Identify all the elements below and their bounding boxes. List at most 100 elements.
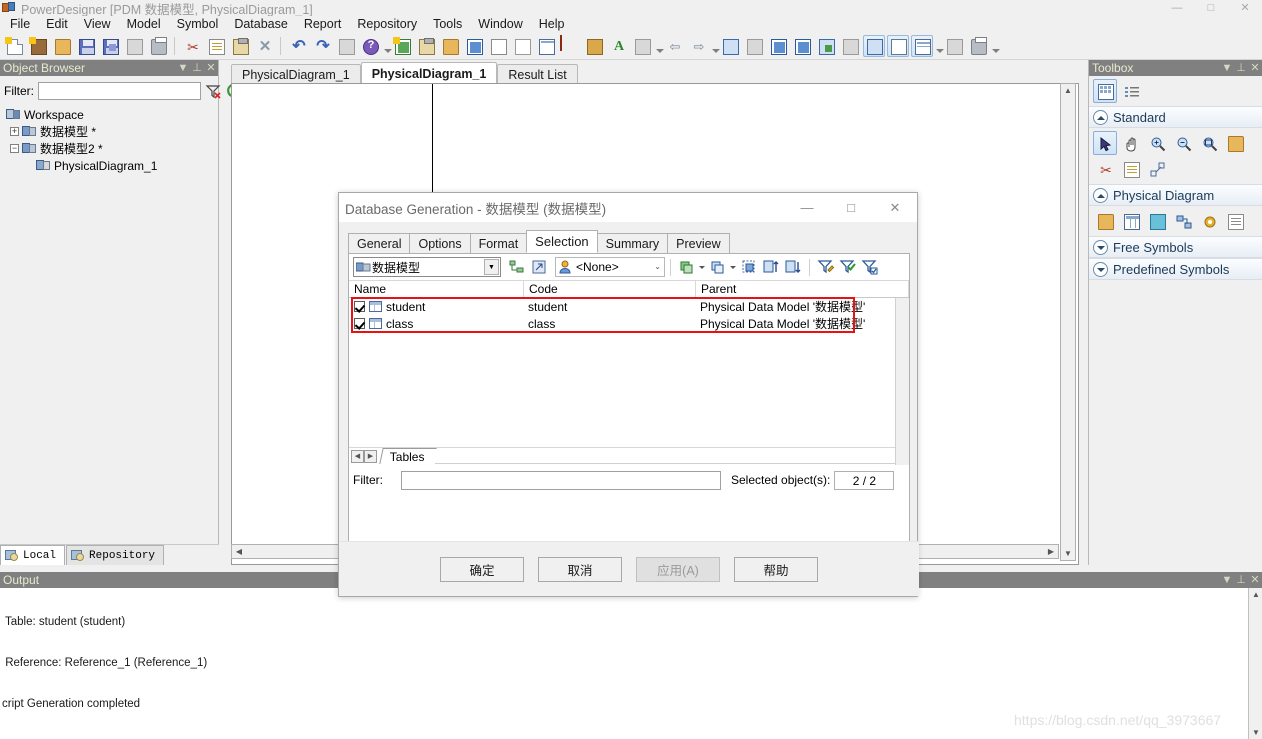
paste-icon[interactable] [229,35,251,57]
scroll-up-arrow[interactable]: ▲ [1061,84,1075,97]
column-header-name[interactable]: Name [349,281,524,297]
table-tool-icon[interactable] [1119,209,1143,233]
view-tool-icon[interactable] [1145,209,1169,233]
chevron-up-icon[interactable] [1093,109,1108,125]
save-button[interactable] [75,35,97,57]
apply-filter-icon[interactable] [838,257,858,277]
toolbar-grip[interactable] [654,35,664,57]
menu-item-symbol[interactable]: Symbol [169,16,227,32]
paste-special-icon[interactable] [415,35,437,57]
help-button[interactable]: 帮助 [734,556,818,582]
output-toggle[interactable] [887,34,909,57]
clear-filter-icon[interactable] [204,82,222,100]
generate-icon[interactable] [815,35,837,57]
format-copy-icon[interactable] [631,35,653,57]
menu-item-report[interactable]: Report [296,16,350,32]
chevron-down-icon[interactable] [1093,261,1108,277]
properties-icon[interactable] [335,35,357,57]
toolbox-section-free-symbols[interactable]: Free Symbols [1089,236,1262,258]
scroll-up-arrow[interactable]: ▲ [1249,588,1262,601]
zoom-in-tool-icon[interactable] [1145,131,1169,155]
chevron-down-icon[interactable] [1093,239,1108,255]
scroll-right-arrow[interactable]: ▶ [1044,545,1058,558]
menu-item-database[interactable]: Database [226,16,296,32]
output-vertical-scrollbar[interactable]: ▲ ▼ [1248,588,1262,739]
sheet-tab-tables[interactable]: Tables [379,448,437,464]
undo-icon[interactable]: ↶ [287,35,309,57]
sheet-prev-button[interactable]: ◀ [351,449,364,463]
compare-icon[interactable] [839,35,861,57]
blank-page-icon[interactable] [511,35,533,57]
chevron-down-icon[interactable]: ▼ [1220,572,1234,588]
window-minimize-button[interactable]: — [1160,0,1194,16]
procedure-tool-icon[interactable] [1197,209,1221,233]
close-icon[interactable]: ✕ [1248,60,1262,76]
toolbar-grip[interactable] [934,35,944,57]
new-package-button[interactable] [27,35,49,57]
pin-icon[interactable]: ⊥ [190,60,204,76]
refresh-icon[interactable] [463,35,485,57]
model-view-icon[interactable] [719,35,741,57]
reference-tool-icon[interactable] [1171,209,1195,233]
sheet-next-button[interactable]: ▶ [364,449,377,463]
toolbar-grip[interactable] [382,35,392,57]
deselect-all-dropdown-arrow[interactable] [729,257,738,277]
menu-item-help[interactable]: Help [531,16,573,32]
file-tool-icon[interactable] [1223,209,1247,233]
tab-format[interactable]: Format [469,233,528,253]
menu-item-window[interactable]: Window [470,16,530,32]
canvas-vertical-scrollbar[interactable]: ▲ ▼ [1060,83,1076,561]
selection-grid-body[interactable]: student student Physical Data Model '数据模… [349,297,909,465]
menu-item-view[interactable]: View [76,16,119,32]
single-pane-icon[interactable] [767,35,789,57]
tab-summary[interactable]: Summary [596,233,669,253]
package-tool-icon[interactable] [1093,209,1117,233]
chevron-up-icon[interactable] [1093,187,1108,203]
expander-icon[interactable]: + [10,127,19,136]
menu-item-repository[interactable]: Repository [349,16,425,32]
toolbox-section-standard[interactable]: Standard [1089,106,1262,128]
menu-item-file[interactable]: File [2,16,38,32]
tab-options[interactable]: Options [409,233,471,253]
document-tab-physicaldiagram-1-active[interactable]: PhysicalDiagram_1 [360,62,498,84]
font-color-icon[interactable]: A [607,35,629,57]
dialog-maximize-button[interactable]: □ [829,193,873,223]
tab-repository[interactable]: Repository [66,545,165,565]
tree-node-workspace[interactable]: Workspace [4,106,218,123]
chevron-down-icon[interactable]: ▼ [1220,60,1234,76]
hierarchy-view-icon[interactable] [507,257,527,277]
cut-tool-icon[interactable]: ✂ [1093,157,1117,181]
toolbox-section-physical-diagram[interactable]: Physical Diagram [1089,184,1262,206]
note-tool-icon[interactable] [1119,157,1143,181]
pan-tool-icon[interactable] [1119,131,1143,155]
object-browser-filter-input[interactable] [38,81,201,100]
back-arrow-icon[interactable]: ⇦ [663,35,685,57]
grid-filter-input[interactable] [401,470,721,490]
column-header-code[interactable]: Code [524,281,696,297]
tab-general[interactable]: General [348,233,411,253]
deselect-all-icon[interactable] [708,257,728,277]
table-row[interactable]: class class Physical Data Model '数据模型' [349,315,909,332]
pencil-icon[interactable] [559,34,581,57]
model-dropdown[interactable]: 数据模型 ▼ [353,257,501,277]
scroll-left-arrow[interactable]: ◀ [232,545,246,558]
scroll-down-arrow[interactable]: ▼ [1061,547,1075,560]
redo-icon[interactable]: ↷ [311,35,333,57]
result-list-toggle[interactable] [911,34,933,57]
delete-icon[interactable]: ✕ [253,35,275,57]
menu-item-edit[interactable]: Edit [38,16,76,32]
document-tab-physicaldiagram-1[interactable]: PhysicalDiagram_1 [231,64,361,84]
tree-node-physicaldiagram[interactable]: PhysicalDiagram_1 [4,157,218,174]
window-maximize-button[interactable]: □ [1194,0,1228,16]
row-checkbox[interactable] [354,301,365,312]
toolbox-section-predefined-symbols[interactable]: Predefined Symbols [1089,258,1262,280]
remove-filter-icon[interactable] [860,257,880,277]
cancel-button[interactable]: 取消 [538,556,622,582]
chevron-down-icon[interactable]: ▼ [484,259,499,275]
check-model-icon[interactable] [487,35,509,57]
dialog-close-button[interactable]: ✕ [873,193,917,223]
column-header-parent[interactable]: Parent [696,281,909,297]
ok-button[interactable]: 确定 [440,556,524,582]
user-filter-dropdown[interactable]: <None> ⌄ [555,257,665,277]
invert-selection-icon[interactable] [739,257,759,277]
